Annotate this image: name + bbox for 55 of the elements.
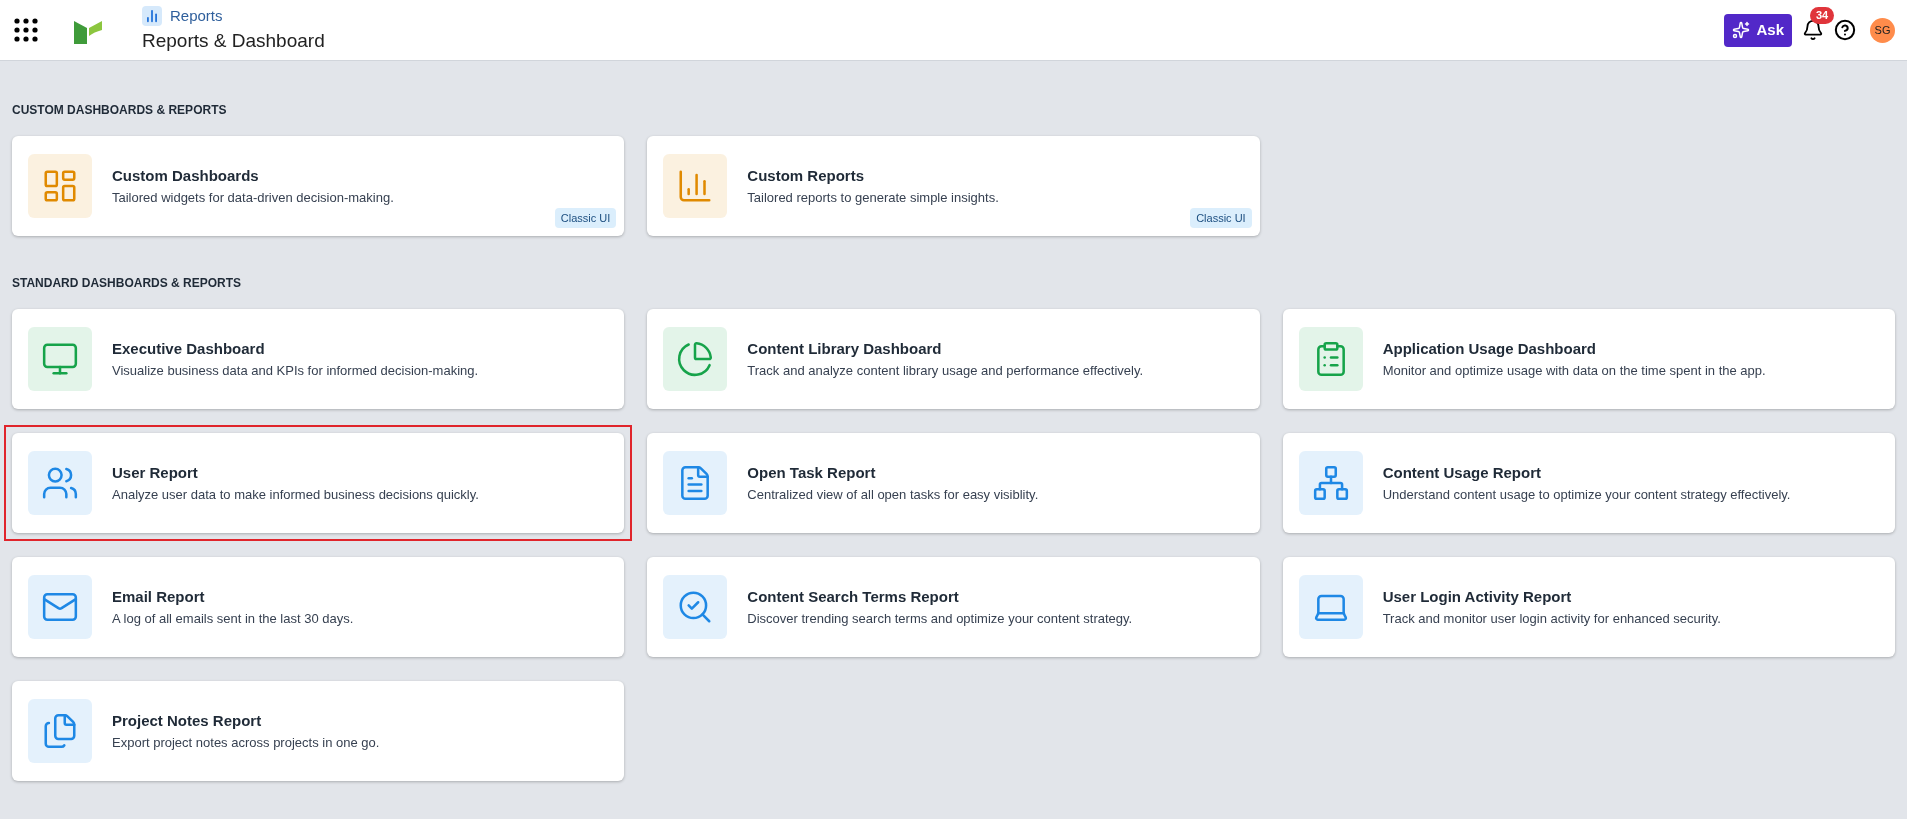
files-icon — [41, 712, 79, 750]
monitor-icon — [41, 340, 79, 378]
report-card[interactable]: Content Library Dashboard Track and analyze content library usage and performance effectively. — [639, 301, 1268, 417]
card-title: Custom Dashboards — [112, 166, 260, 186]
classic-ui-tag: Classic UI — [554, 207, 617, 228]
card-description: A log of all emails sent in the last 30 days. — [112, 609, 354, 628]
card-title: Project Notes Report — [112, 711, 263, 731]
report-card[interactable]: Project Notes Report Export project notes across projects in one go. — [4, 673, 633, 789]
sparkle-icon — [1732, 21, 1751, 39]
report-card[interactable]: Application Usage Dashboard Monitor and optimize usage with data on the time spent in the app. — [1274, 301, 1903, 417]
card-title: Custom Reports — [747, 166, 865, 186]
report-card[interactable]: Content Search Terms Report Discover trending search terms and optimize your content strategy. — [639, 549, 1268, 665]
card-description: Track and analyze content library usage and performance effectively. — [747, 361, 1144, 380]
ask-button[interactable]: Ask — [1724, 13, 1792, 47]
card-description: Monitor and optimize usage with data on the time spent in the app. — [1382, 361, 1766, 380]
classic-ui-tag: Classic UI — [1190, 207, 1252, 228]
reports-icon — [142, 5, 162, 26]
report-card[interactable]: Content Usage Report Understand content usage to optimize your content strategy effectively. — [1274, 425, 1903, 541]
card-description: Track and monitor user login activity for enhanced security. — [1382, 609, 1721, 628]
report-card[interactable]: Executive Dashboard Visualize business data and KPIs for informed decision-making. — [4, 301, 633, 417]
card-title: Email Report — [112, 587, 206, 607]
report-card[interactable]: User Report Analyze user data to make informed business decisions quickly. — [4, 425, 633, 541]
network-icon — [1311, 464, 1350, 502]
notification-count: 34 — [1810, 7, 1835, 24]
card-description: Centralized view of all open tasks for easy visiblity. — [747, 485, 1039, 504]
report-card[interactable]: User Login Activity Report Track and monitor user login activity for enhanced security. — [1274, 549, 1903, 665]
card-title: Application Usage Dashboard — [1382, 339, 1598, 359]
pie-chart-icon — [676, 340, 715, 378]
card-title: Content Library Dashboard — [747, 339, 943, 359]
card-description: Understand content usage to optimize your content strategy effectively. — [1382, 485, 1791, 504]
page-title: Reports & Dashboard — [142, 29, 325, 53]
card-title: Content Search Terms Report — [747, 587, 960, 607]
report-card[interactable]: Custom Reports Tailored reports to generate simple insights. Classic UI — [639, 128, 1268, 244]
card-description: Visualize business data and KPIs for informed decision-making. — [112, 361, 479, 380]
section-heading: CUSTOM DASHBOARDS & REPORTS — [12, 102, 228, 119]
card-description: Discover trending search terms and optimize your content strategy. — [747, 609, 1133, 628]
breadcrumb-link[interactable]: Reports — [170, 4, 223, 27]
card-title: Executive Dashboard — [112, 339, 266, 359]
card-description: Tailored widgets for data-driven decision-making. — [112, 188, 394, 207]
card-title: Content Usage Report — [1382, 463, 1542, 483]
app-grid-icon[interactable] — [14, 18, 38, 42]
card-title: User Report — [112, 463, 199, 483]
help-icon[interactable] — [1834, 19, 1856, 41]
report-card[interactable]: Open Task Report Centralized view of all open tasks for easy visiblity. — [639, 425, 1268, 541]
dashboard-icon — [41, 167, 79, 205]
section-heading: STANDARD DASHBOARDS & REPORTS — [12, 275, 243, 292]
report-card[interactable]: Email Report A log of all emails sent in the last 30 days. — [4, 549, 633, 665]
report-card[interactable]: Custom Dashboards Tailored widgets for data-driven decision-making. Classic UI — [4, 128, 633, 244]
card-title: User Login Activity Report — [1382, 587, 1573, 607]
bell-icon[interactable] — [1802, 19, 1824, 41]
card-description: Tailored reports to generate simple insights. — [747, 188, 999, 207]
user-avatar[interactable]: SG — [1870, 17, 1895, 43]
card-description: Analyze user data to make informed business decisions quickly. — [112, 485, 479, 504]
card-title: Open Task Report — [747, 463, 877, 483]
card-description: Export project notes across projects in one go. — [112, 733, 380, 752]
